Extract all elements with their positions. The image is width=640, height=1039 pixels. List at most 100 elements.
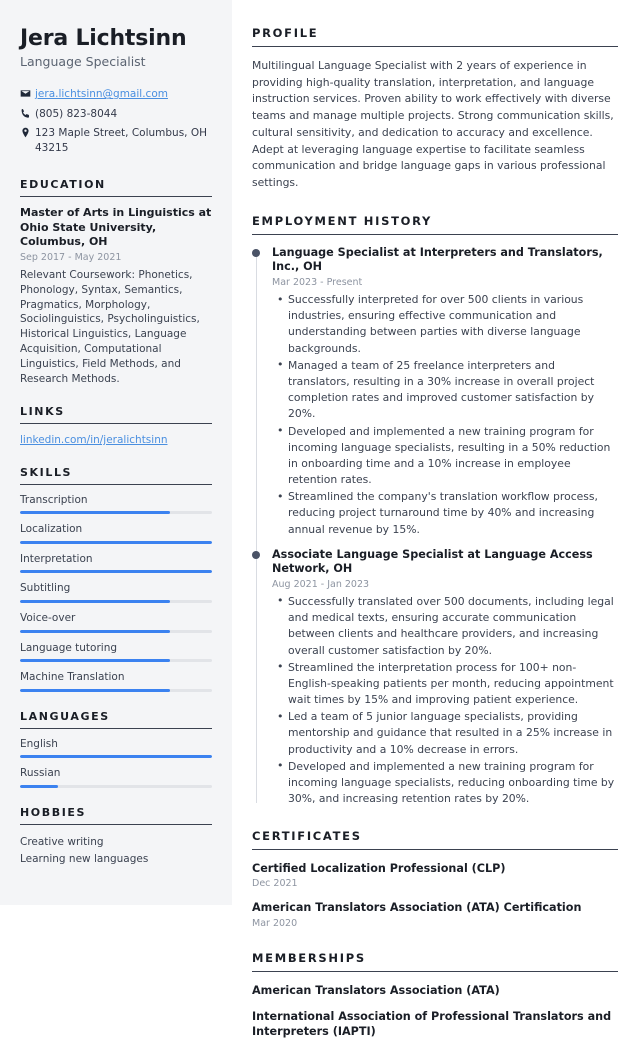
envelope-icon: [20, 87, 35, 99]
language-bar-track: [20, 785, 212, 788]
education-section: EDUCATION Master of Arts in Linguistics …: [20, 178, 212, 387]
employment-heading: EMPLOYMENT HISTORY: [252, 214, 618, 235]
skill-bar-fill: [20, 540, 212, 544]
contact-phone-text: (805) 823-8044: [35, 107, 118, 120]
contact-email-text: jera.lichtsinn@gmail.com: [35, 88, 168, 101]
job-bullets: Successfully interpreted for over 500 cl…: [272, 292, 618, 538]
links-heading: LINKS: [20, 405, 212, 424]
skill-bar-fill: [20, 511, 170, 515]
linkedin-link-text: linkedin.com/in/jeralichtsinn: [20, 433, 168, 446]
certificates-section: CERTIFICATES Certified Localization Prof…: [252, 829, 618, 929]
education-date: Sep 2017 - May 2021: [20, 251, 122, 263]
skill-bar-track: [20, 511, 212, 515]
membership-title: American Translators Association (ATA): [252, 983, 500, 997]
timeline-dot-icon: [252, 550, 260, 559]
skill-label: Localization: [20, 523, 83, 536]
membership-entry: American Translators Association (ATA): [252, 983, 618, 998]
contact-email[interactable]: jera.lichtsinn@gmail.com: [20, 87, 212, 102]
job-bullet: Led a team of 5 junior language speciali…: [277, 709, 618, 758]
skill-label: Voice-over: [20, 612, 76, 625]
certificate-title: American Translators Association (ATA) C…: [252, 901, 582, 915]
job-bullet: Successfully translated over 500 documen…: [277, 593, 618, 659]
job-date: Aug 2021 - Jan 2023: [272, 578, 370, 590]
job-bullet: Managed a team of 25 freelance interpret…: [277, 357, 618, 423]
skill-bar-fill: [20, 688, 170, 692]
skill-bar-track: [20, 629, 212, 633]
job-bullet: Developed and implemented a new training…: [277, 758, 618, 808]
employment-timeline: Language Specialist at Interpreters and …: [252, 246, 618, 808]
skill-item: Interpretation: [20, 553, 212, 574]
timeline-dot-icon: [252, 248, 260, 257]
language-item: Russian: [20, 767, 212, 788]
links-section: LINKS linkedin.com/in/jeralichtsinn: [20, 405, 212, 448]
job-entry: Language Specialist at Interpreters and …: [252, 245, 618, 538]
certificate-date: Dec 2021: [252, 878, 298, 890]
memberships-heading: MEMBERSHIPS: [252, 951, 618, 972]
employment-section: EMPLOYMENT HISTORY Language Specialist a…: [252, 214, 618, 808]
skill-bar-fill: [20, 600, 170, 604]
membership-entry: International Association of Professiona…: [252, 1009, 618, 1039]
languages-heading: LANGUAGES: [20, 710, 212, 729]
profile-section: PROFILE Multilingual Language Specialist…: [252, 26, 618, 192]
hobbies-section: HOBBIES Creative writing Learning new la…: [20, 806, 212, 868]
skill-bar-track: [20, 570, 212, 574]
skill-item: Localization: [20, 523, 212, 544]
certificate-entry: Certified Localization Professional (CLP…: [252, 861, 618, 889]
phone-icon: [20, 107, 35, 119]
language-label: Russian: [20, 767, 61, 780]
skill-label: Interpretation: [20, 552, 93, 565]
skill-item: Voice-over: [20, 612, 212, 633]
skill-bar-fill: [20, 629, 170, 633]
skill-label: Language tutoring: [20, 641, 118, 654]
skill-label: Subtitling: [20, 582, 71, 595]
profile-heading: PROFILE: [252, 26, 618, 47]
job-date: Mar 2023 - Present: [272, 277, 363, 288]
memberships-section: MEMBERSHIPS American Translators Associa…: [252, 951, 618, 1039]
language-bar-fill: [20, 785, 59, 788]
education-description: Relevant Coursework: Phonetics, Phonolog…: [20, 268, 200, 386]
skill-bar-track: [20, 659, 212, 663]
skill-item: Machine Translation: [20, 671, 212, 692]
job-bullet: Developed and implemented a new training…: [277, 423, 618, 489]
resume-document: Jera Lichtsinn Language Specialist jera.…: [0, 0, 640, 1038]
main-column: PROFILE Multilingual Language Specialist…: [232, 0, 640, 1038]
certificates-heading: CERTIFICATES: [252, 829, 618, 851]
contact-phone: (805) 823-8044: [20, 107, 212, 122]
job-bullets: Successfully translated over 500 documen…: [272, 593, 618, 808]
hobbies-heading: HOBBIES: [20, 806, 212, 825]
contact-list: jera.lichtsinn@gmail.com (805) 823-8044 …: [20, 87, 212, 156]
language-item: English: [20, 738, 212, 759]
job-bullet: Streamlined the interpretation process f…: [277, 659, 618, 709]
certificate-title: Certified Localization Professional (CLP…: [252, 862, 506, 876]
contact-address: 123 Maple Street, Columbus, OH 43215: [20, 126, 212, 156]
skill-label: Machine Translation: [20, 671, 125, 684]
link-item[interactable]: linkedin.com/in/jeralichtsinn: [20, 433, 212, 448]
job-bullet: Successfully interpreted for over 500 cl…: [277, 292, 618, 357]
location-pin-icon: [20, 126, 35, 138]
skill-bar-fill: [20, 570, 212, 574]
language-bar-track: [20, 755, 212, 759]
education-item: Master of Arts in Linguistics at Ohio St…: [20, 206, 212, 387]
languages-section: LANGUAGES English Russian: [20, 710, 212, 788]
language-label: English: [20, 737, 58, 750]
skill-label: Transcription: [20, 493, 88, 506]
certificate-date: Mar 2020: [252, 917, 298, 929]
skill-item: Transcription: [20, 494, 212, 515]
language-bar-fill: [20, 755, 212, 759]
skill-item: Subtitling: [20, 582, 212, 604]
education-heading: EDUCATION: [20, 178, 212, 198]
skill-bar-fill: [20, 659, 170, 663]
job-role: Language Specialist at Interpreters and …: [272, 245, 603, 274]
job-role: Associate Language Specialist at Languag…: [272, 547, 593, 576]
job-entry: Associate Language Specialist at Languag…: [252, 547, 618, 808]
membership-title: International Association of Professiona…: [252, 1009, 612, 1038]
skills-section: SKILLS Transcription Localization Interp…: [20, 466, 212, 692]
job-bullet: Streamlined the company's translation wo…: [277, 489, 618, 538]
skill-bar-track: [20, 600, 212, 604]
skill-bar-track: [20, 540, 212, 544]
skill-item: Language tutoring: [20, 642, 212, 663]
skills-heading: SKILLS: [20, 466, 212, 485]
sidebar: Jera Lichtsinn Language Specialist jera.…: [0, 0, 232, 905]
candidate-job-title: Language Specialist: [20, 54, 146, 70]
contact-address-text: 123 Maple Street, Columbus, OH 43215: [35, 126, 208, 154]
